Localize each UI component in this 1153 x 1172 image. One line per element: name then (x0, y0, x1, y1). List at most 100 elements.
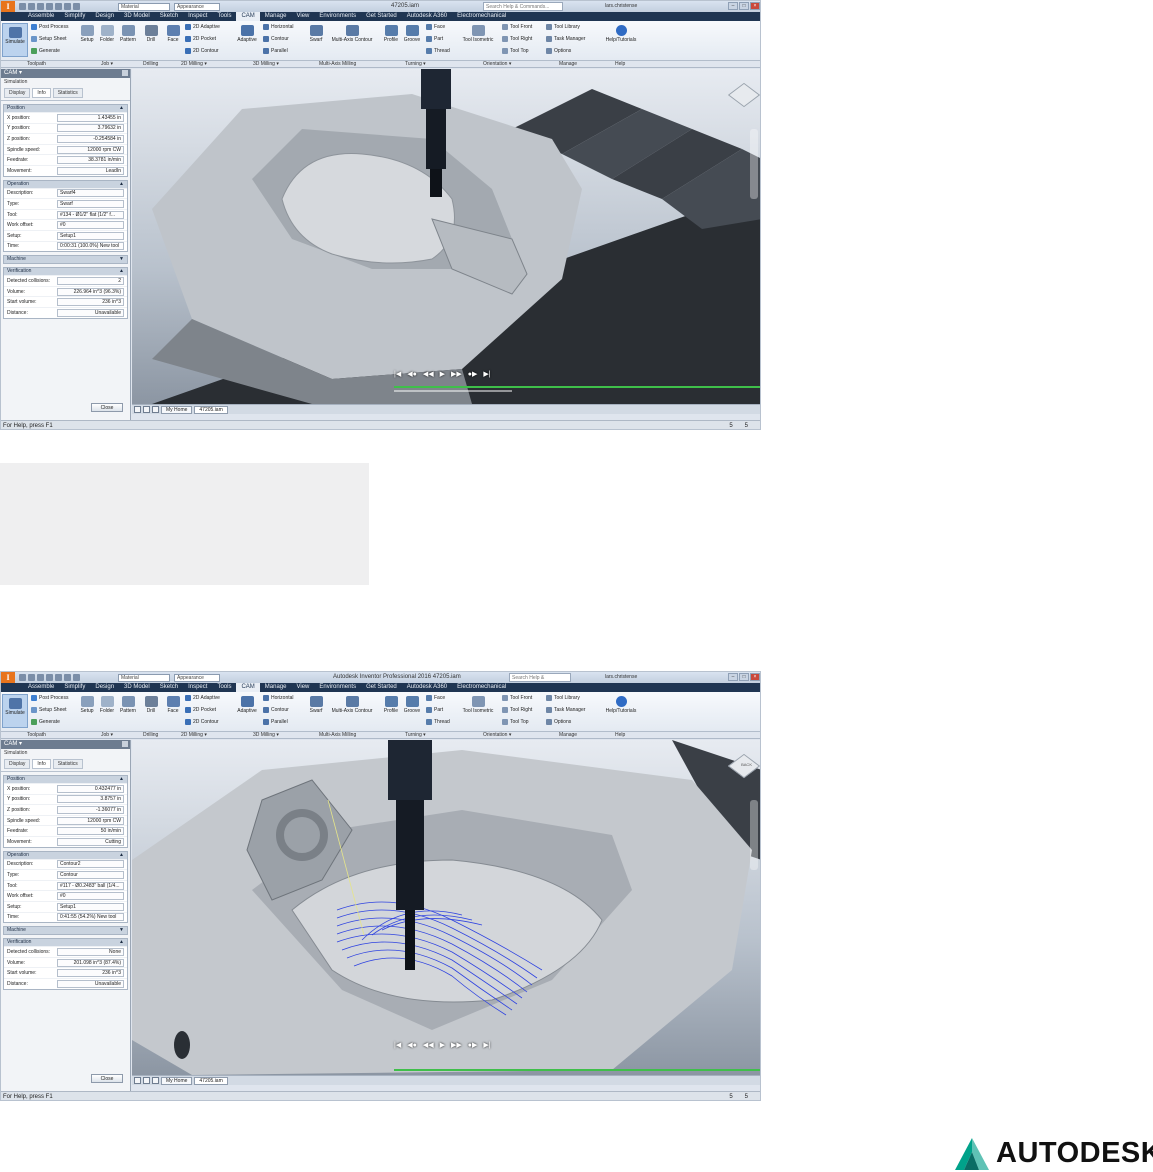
face-button[interactable]: Face (164, 696, 182, 714)
tab-manage[interactable]: Manage (260, 683, 292, 692)
collapse-icon[interactable]: ▲ (119, 181, 124, 188)
panel-menu-icon[interactable] (122, 70, 128, 76)
play-icon[interactable]: ▶ (440, 370, 445, 378)
go-to-start-icon[interactable]: |◀ (394, 1041, 401, 1049)
select-icon[interactable] (73, 674, 80, 681)
collapse-icon[interactable]: ▲ (119, 939, 124, 946)
undo-icon[interactable] (46, 3, 53, 10)
group-3d-milling[interactable]: 3D Milling ▾ (253, 61, 279, 68)
2d-adaptive-button[interactable]: 2D Adaptive (185, 695, 220, 701)
tab-info[interactable]: Info (32, 88, 51, 98)
tool-isometric-button[interactable]: Tool Isometric (459, 696, 497, 714)
doc-tab-my-home[interactable]: My Home (161, 405, 193, 414)
group-orientation[interactable]: Orientation ▾ (483, 732, 511, 739)
groove-button[interactable]: Groove (401, 25, 423, 43)
appearance-combo[interactable]: Appearance (174, 2, 220, 11)
machine-header[interactable]: Machine ▼ (4, 256, 127, 264)
generate-button[interactable]: Generate (31, 719, 60, 725)
simulate-button[interactable]: Simulate (2, 23, 28, 57)
group-orientation[interactable]: Orientation ▾ (483, 61, 511, 68)
part-button[interactable]: Part (426, 707, 443, 713)
group-2d-milling[interactable]: 2D Milling ▾ (181, 61, 207, 68)
tool-front-button[interactable]: Tool Front (502, 695, 532, 701)
close-window-button[interactable]: × (750, 673, 760, 681)
tab-autodesk-a360[interactable]: Autodesk A360 (402, 683, 452, 692)
tool-front-button[interactable]: Tool Front (502, 24, 532, 30)
close-window-button[interactable]: × (750, 2, 760, 10)
open-icon[interactable] (28, 674, 35, 681)
multi-axis-contour-button[interactable]: Multi-Axis Contour (327, 696, 377, 714)
new-icon[interactable] (19, 3, 26, 10)
generate-button[interactable]: Generate (31, 48, 60, 54)
open-icon[interactable] (28, 3, 35, 10)
pattern-button[interactable]: Pattern (117, 25, 139, 43)
folder-button[interactable]: Folder (97, 696, 117, 714)
turn-face-button[interactable]: Face (426, 24, 445, 30)
tab-environments[interactable]: Environments (314, 12, 361, 21)
tab-cam[interactable]: CAM (236, 683, 260, 692)
drill-button[interactable]: Drill (142, 696, 160, 714)
tab-3d-model[interactable]: 3D Model (119, 12, 155, 21)
setup-button[interactable]: Setup (77, 696, 97, 714)
3d-viewport[interactable]: |◀ ◀● ◀◀ ▶ ▶▶ ●▶ ▶| (132, 69, 760, 404)
select-icon[interactable] (73, 3, 80, 10)
collapse-icon[interactable]: ▲ (119, 268, 124, 275)
doc-tab-assembly[interactable]: 47205.iam (194, 405, 228, 414)
collapse-icon[interactable]: ▲ (119, 776, 124, 783)
position-header[interactable]: Position ▲ (4, 105, 127, 112)
pattern-button[interactable]: Pattern (117, 696, 139, 714)
search-input[interactable]: Search Help & Commands... (483, 2, 563, 11)
go-to-end-icon[interactable]: ▶| (483, 1041, 490, 1049)
tab-simplify[interactable]: Simplify (59, 683, 90, 692)
group-turning[interactable]: Turning ▾ (405, 61, 426, 68)
tab-statistics[interactable]: Statistics (52, 88, 83, 98)
setup-button[interactable]: Setup (77, 25, 97, 43)
tab-3d-model[interactable]: 3D Model (119, 683, 155, 692)
step-forward-icon[interactable]: ●▶ (468, 1041, 478, 1049)
tab-view[interactable]: View (291, 12, 314, 21)
operation-header[interactable]: Operation ▲ (4, 851, 127, 859)
adaptive-button[interactable]: Adaptive (235, 25, 259, 43)
undo-icon[interactable] (46, 674, 53, 681)
material-combo[interactable]: Material (118, 2, 170, 11)
thread-button[interactable]: Thread (426, 48, 450, 54)
tab-get-started[interactable]: Get Started (361, 683, 402, 692)
inventor-app-button[interactable]: I (1, 1, 15, 12)
simulate-button[interactable]: Simulate (2, 694, 28, 728)
tab-info[interactable]: Info (32, 759, 51, 769)
setup-sheet-button[interactable]: Setup Sheet (31, 36, 67, 42)
tool-library-button[interactable]: Tool Library (546, 695, 580, 701)
folder-button[interactable]: Folder (97, 25, 117, 43)
material-combo[interactable]: Material (118, 673, 170, 682)
tab-simplify[interactable]: Simplify (59, 12, 90, 21)
doc-tab-my-home[interactable]: My Home (161, 1076, 193, 1085)
operation-header[interactable]: Operation ▲ (4, 180, 127, 188)
appearance-combo[interactable]: Appearance (174, 673, 220, 682)
panel-menu-icon[interactable] (122, 741, 128, 747)
new-icon[interactable] (19, 674, 26, 681)
close-button[interactable]: Close (91, 1074, 123, 1083)
tab-electromechanical[interactable]: Electromechanical (452, 683, 511, 692)
options-button[interactable]: Options (546, 719, 571, 725)
tab-electromechanical[interactable]: Electromechanical (452, 12, 511, 21)
position-header[interactable]: Position ▲ (4, 776, 127, 783)
group-2d-milling[interactable]: 2D Milling ▾ (181, 732, 207, 739)
face-button[interactable]: Face (164, 25, 182, 43)
panel-header[interactable]: CAM ▾ (1, 740, 130, 749)
user-name[interactable]: lars.christense (605, 3, 637, 9)
swarf-button[interactable]: Swarf (306, 696, 326, 714)
tab-tools[interactable]: Tools (212, 12, 236, 21)
post-process-button[interactable]: Post Process (31, 24, 68, 30)
2d-pocket-button[interactable]: 2D Pocket (185, 36, 216, 42)
tab-display[interactable]: Display (4, 88, 31, 98)
2d-adaptive-button[interactable]: 2D Adaptive (185, 24, 220, 30)
save-icon[interactable] (37, 674, 44, 681)
tab-sketch[interactable]: Sketch (155, 683, 183, 692)
go-to-end-icon[interactable]: ▶| (483, 370, 490, 378)
home-icon[interactable] (64, 674, 71, 681)
options-button[interactable]: Options (546, 48, 571, 54)
maximize-button[interactable]: □ (739, 673, 749, 681)
redo-icon[interactable] (55, 3, 62, 10)
tab-inspect[interactable]: Inspect (183, 683, 212, 692)
collapse-icon[interactable]: ▲ (119, 852, 124, 859)
